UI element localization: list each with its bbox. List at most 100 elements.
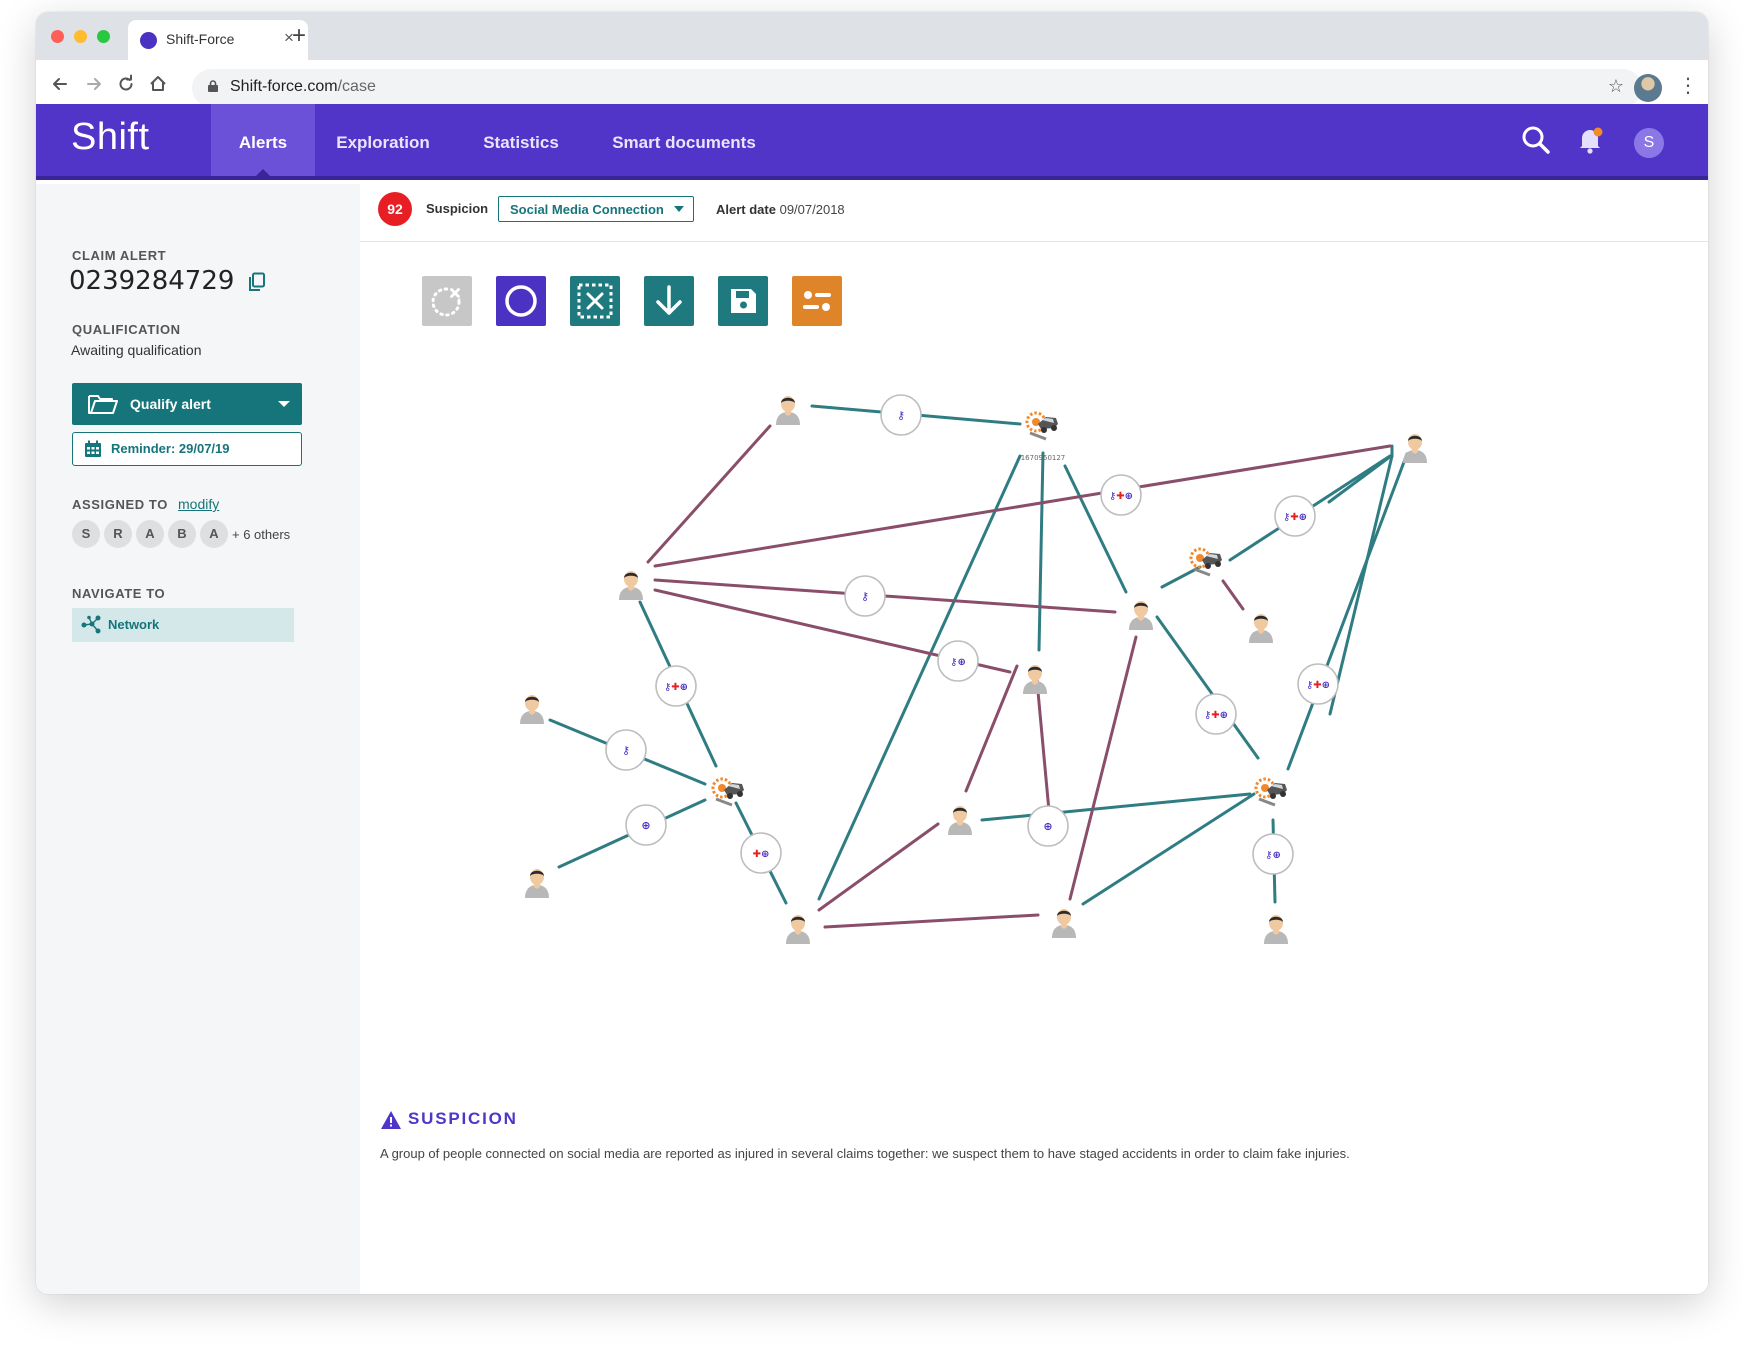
calendar-icon: [85, 440, 101, 457]
network-icon: [81, 615, 101, 634]
person-node[interactable]: [1264, 915, 1288, 944]
browser-tab[interactable]: Shift-Force ×: [128, 20, 308, 60]
assigned-to-label: ASSIGNED TO: [72, 497, 168, 512]
svg-text:⚷✚⊕: ⚷✚⊕: [1109, 491, 1133, 502]
svg-text:⚷✚⊕: ⚷✚⊕: [1204, 710, 1228, 721]
nav-smart-documents[interactable]: Smart documents: [591, 104, 777, 176]
reminder-button[interactable]: Reminder: 29/07/19: [72, 432, 302, 466]
link-node[interactable]: ⚷✚⊕: [1100, 474, 1142, 516]
claim-number: 0239284729: [69, 266, 235, 296]
claim-sidebar: CLAIM ALERT 0239284729 QUALIFICATION Awa…: [36, 184, 360, 1294]
link-node[interactable]: ⚷: [880, 394, 922, 436]
link-node[interactable]: ⚷: [605, 729, 647, 771]
search-icon[interactable]: [1520, 124, 1552, 161]
browser-profile-avatar[interactable]: [1634, 74, 1662, 102]
link-node[interactable]: ⚷✚⊕: [655, 665, 697, 707]
vehicle-node[interactable]: [1189, 547, 1224, 577]
svg-text:⊕: ⊕: [641, 819, 650, 832]
vehicle-nodes[interactable]: [711, 411, 1289, 807]
home-icon[interactable]: [148, 74, 168, 100]
person-node[interactable]: [1249, 614, 1273, 643]
qualification-value: Awaiting qualification: [71, 342, 202, 358]
person-node[interactable]: [776, 396, 800, 425]
nav-alerts[interactable]: Alerts: [211, 104, 315, 177]
person-node[interactable]: [619, 571, 643, 600]
svg-text:⚷⊕: ⚷⊕: [1265, 850, 1281, 861]
assignee-avatar[interactable]: A: [136, 520, 164, 548]
assignee-avatar[interactable]: S: [72, 520, 100, 548]
back-icon[interactable]: [50, 74, 70, 100]
svg-text:⚷⊕: ⚷⊕: [950, 657, 966, 668]
qualification-label: QUALIFICATION: [72, 322, 181, 337]
claim-link-nodes[interactable]: ⚷ ⚷✚⊕ ⚷✚⊕ ⚷ ⚷⊕ ⚷✚⊕ ⚷✚⊕ ⚷✚⊕ ⚷ ⊕ ⊕ ✚⊕ ⚷⊕: [605, 394, 1339, 875]
suspicion-title: SUSPICION: [408, 1109, 518, 1128]
person-node[interactable]: [1052, 909, 1076, 938]
vehicle-node[interactable]: [1025, 411, 1060, 441]
active-nav-caret: [255, 169, 271, 177]
svg-text:⚷: ⚷: [897, 409, 905, 422]
svg-text:⚷: ⚷: [861, 590, 869, 603]
claim-alert-label: CLAIM ALERT: [72, 248, 167, 263]
svg-text:⚷✚⊕: ⚷✚⊕: [664, 682, 688, 693]
link-node[interactable]: ⚷✚⊕: [1297, 663, 1339, 705]
bookmark-star-icon[interactable]: ☆: [1608, 76, 1624, 97]
person-node[interactable]: [786, 915, 810, 944]
svg-text:✚⊕: ✚⊕: [753, 849, 770, 860]
person-node[interactable]: [1023, 665, 1047, 694]
minimize-window-button[interactable]: [74, 30, 87, 43]
browser-window: Shift-Force × + Shift-force.com/case ☆ ⋮…: [36, 12, 1708, 1294]
modify-link[interactable]: modify: [178, 496, 219, 512]
qualify-alert-label: Qualify alert: [130, 396, 211, 412]
other-assignees-count[interactable]: + 6 others: [232, 527, 290, 542]
notifications-bell-icon[interactable]: [1574, 124, 1606, 161]
nav-statistics[interactable]: Statistics: [451, 104, 591, 176]
link-node[interactable]: ✚⊕: [740, 832, 782, 874]
link-node[interactable]: ⚷: [844, 575, 886, 617]
url-text: Shift-force.com/case: [230, 78, 376, 95]
person-node[interactable]: [948, 806, 972, 835]
navigate-network-item[interactable]: Network: [72, 608, 294, 642]
svg-text:⊕: ⊕: [1043, 820, 1052, 833]
browser-tabbar: Shift-Force × +: [36, 12, 1708, 60]
vehicle-node[interactable]: [1254, 777, 1289, 807]
assignee-avatar[interactable]: B: [168, 520, 196, 548]
person-node[interactable]: [520, 695, 544, 724]
link-node[interactable]: ⚷✚⊕: [1274, 495, 1316, 537]
tab-title: Shift-Force: [166, 31, 235, 47]
link-node[interactable]: ⚷✚⊕: [1195, 693, 1237, 735]
person-node[interactable]: [1129, 601, 1153, 630]
person-node[interactable]: [1403, 434, 1427, 463]
app-header: Shift Alerts Exploration Statistics Smar…: [36, 104, 1708, 180]
vehicle-node[interactable]: [711, 777, 746, 807]
svg-text:⚷✚⊕: ⚷✚⊕: [1306, 680, 1330, 691]
new-tab-icon[interactable]: +: [292, 22, 306, 50]
assignee-avatar[interactable]: R: [104, 520, 132, 548]
reload-icon[interactable]: [116, 74, 136, 100]
app-logo[interactable]: Shift: [71, 116, 150, 159]
folder-icon: [88, 395, 118, 414]
link-node[interactable]: ⚷⊕: [1252, 833, 1294, 875]
maximize-window-button[interactable]: [97, 30, 110, 43]
link-node[interactable]: ⊕: [625, 804, 667, 846]
reminder-label: Reminder: 29/07/19: [111, 441, 230, 456]
lock-icon: [208, 80, 218, 92]
link-node[interactable]: ⚷⊕: [937, 640, 979, 682]
warning-icon: [381, 1111, 401, 1129]
nav-exploration[interactable]: Exploration: [315, 104, 451, 176]
svg-text:⚷: ⚷: [622, 744, 630, 757]
chevron-down-icon: [278, 401, 290, 407]
browser-menu-icon[interactable]: ⋮: [1678, 73, 1698, 98]
copy-icon[interactable]: [248, 272, 266, 297]
forward-icon[interactable]: [84, 74, 104, 100]
assignee-avatar[interactable]: A: [200, 520, 228, 548]
qualify-alert-button[interactable]: Qualify alert: [72, 383, 302, 425]
close-window-button[interactable]: [51, 30, 64, 43]
alert-main-panel: 92 Suspicion Social Media Connection Ale…: [360, 184, 1708, 1294]
address-bar[interactable]: Shift-force.com/case ☆: [192, 69, 1642, 107]
person-node[interactable]: [525, 869, 549, 898]
user-avatar[interactable]: S: [1634, 128, 1664, 158]
suspicion-description: A group of people connected on social me…: [380, 1146, 1350, 1161]
favicon-icon: [140, 32, 157, 49]
network-graph[interactable]: 1670950127 ⚷ ⚷✚⊕ ⚷✚⊕ ⚷ ⚷⊕ ⚷✚⊕ ⚷✚⊕ ⚷✚⊕ ⚷ …: [360, 184, 1708, 1084]
link-node[interactable]: ⊕: [1027, 805, 1069, 847]
